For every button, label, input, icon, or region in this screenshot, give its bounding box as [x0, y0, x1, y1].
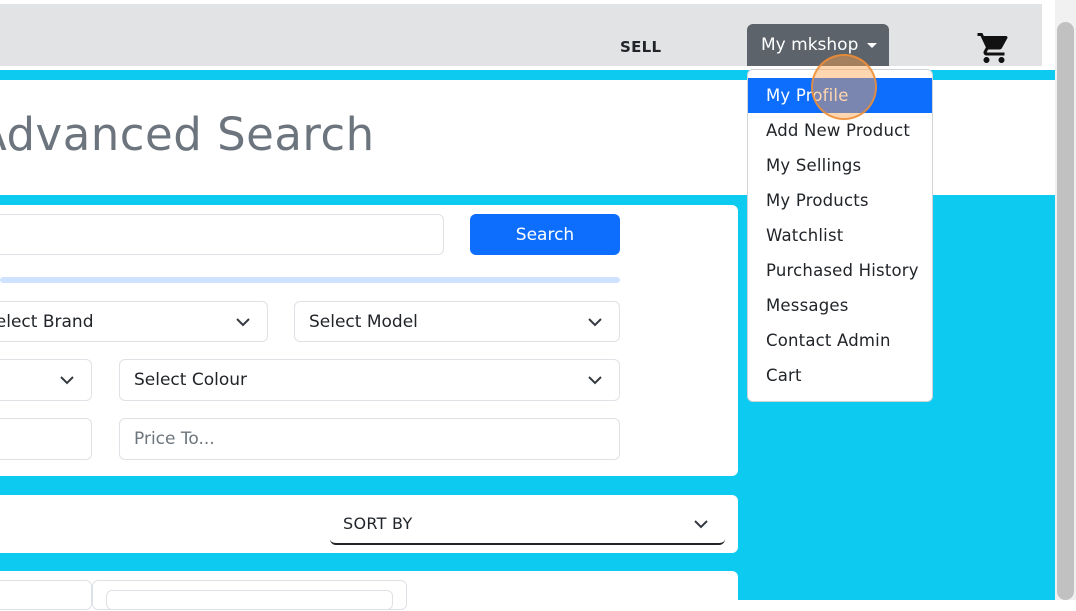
chevron-down-icon — [236, 317, 250, 326]
scrollbar-thumb[interactable] — [1057, 22, 1074, 600]
chevron-down-icon — [588, 376, 602, 385]
category-select[interactable] — [0, 359, 92, 401]
menu-item-contact-admin[interactable]: Contact Admin — [748, 323, 932, 358]
model-select[interactable]: Select Model — [294, 301, 620, 342]
menu-item-my-sellings[interactable]: My Sellings — [748, 148, 932, 183]
caret-down-icon — [867, 42, 878, 48]
chevron-down-icon — [588, 317, 602, 326]
price-from-input[interactable] — [0, 418, 92, 460]
menu-item-watchlist[interactable]: Watchlist — [748, 218, 932, 253]
price-to-input[interactable]: Price To... — [119, 418, 620, 460]
product-card[interactable] — [0, 580, 92, 610]
chevron-down-icon — [694, 519, 708, 528]
divider-bar — [0, 277, 620, 283]
sort-select-label: SORT BY — [343, 514, 413, 533]
chevron-down-icon — [60, 376, 74, 385]
page-title: Advanced Search — [0, 108, 375, 161]
colour-select[interactable]: Select Colour — [119, 359, 620, 401]
brand-select[interactable]: Select Brand — [0, 301, 268, 342]
menu-item-messages[interactable]: Messages — [748, 288, 932, 323]
colour-select-label: Select Colour — [134, 370, 248, 390]
search-button[interactable]: Search — [470, 214, 620, 255]
model-select-label: Select Model — [309, 311, 418, 332]
menu-item-purchased-history[interactable]: Purchased History — [748, 253, 932, 288]
price-to-placeholder: Price To... — [134, 429, 215, 449]
click-marker — [811, 54, 877, 120]
brand-select-label: Select Brand — [0, 311, 94, 332]
account-dropdown-toggle[interactable]: My mkshop — [747, 24, 889, 66]
search-input[interactable] — [0, 214, 444, 255]
sort-select[interactable]: SORT BY — [330, 504, 725, 545]
menu-item-cart[interactable]: Cart — [748, 358, 932, 393]
product-card-image — [106, 590, 393, 610]
cart-icon[interactable] — [976, 30, 1012, 66]
account-label: My mkshop — [761, 35, 859, 55]
sell-link[interactable]: SELL — [620, 38, 661, 56]
menu-item-my-products[interactable]: My Products — [748, 183, 932, 218]
